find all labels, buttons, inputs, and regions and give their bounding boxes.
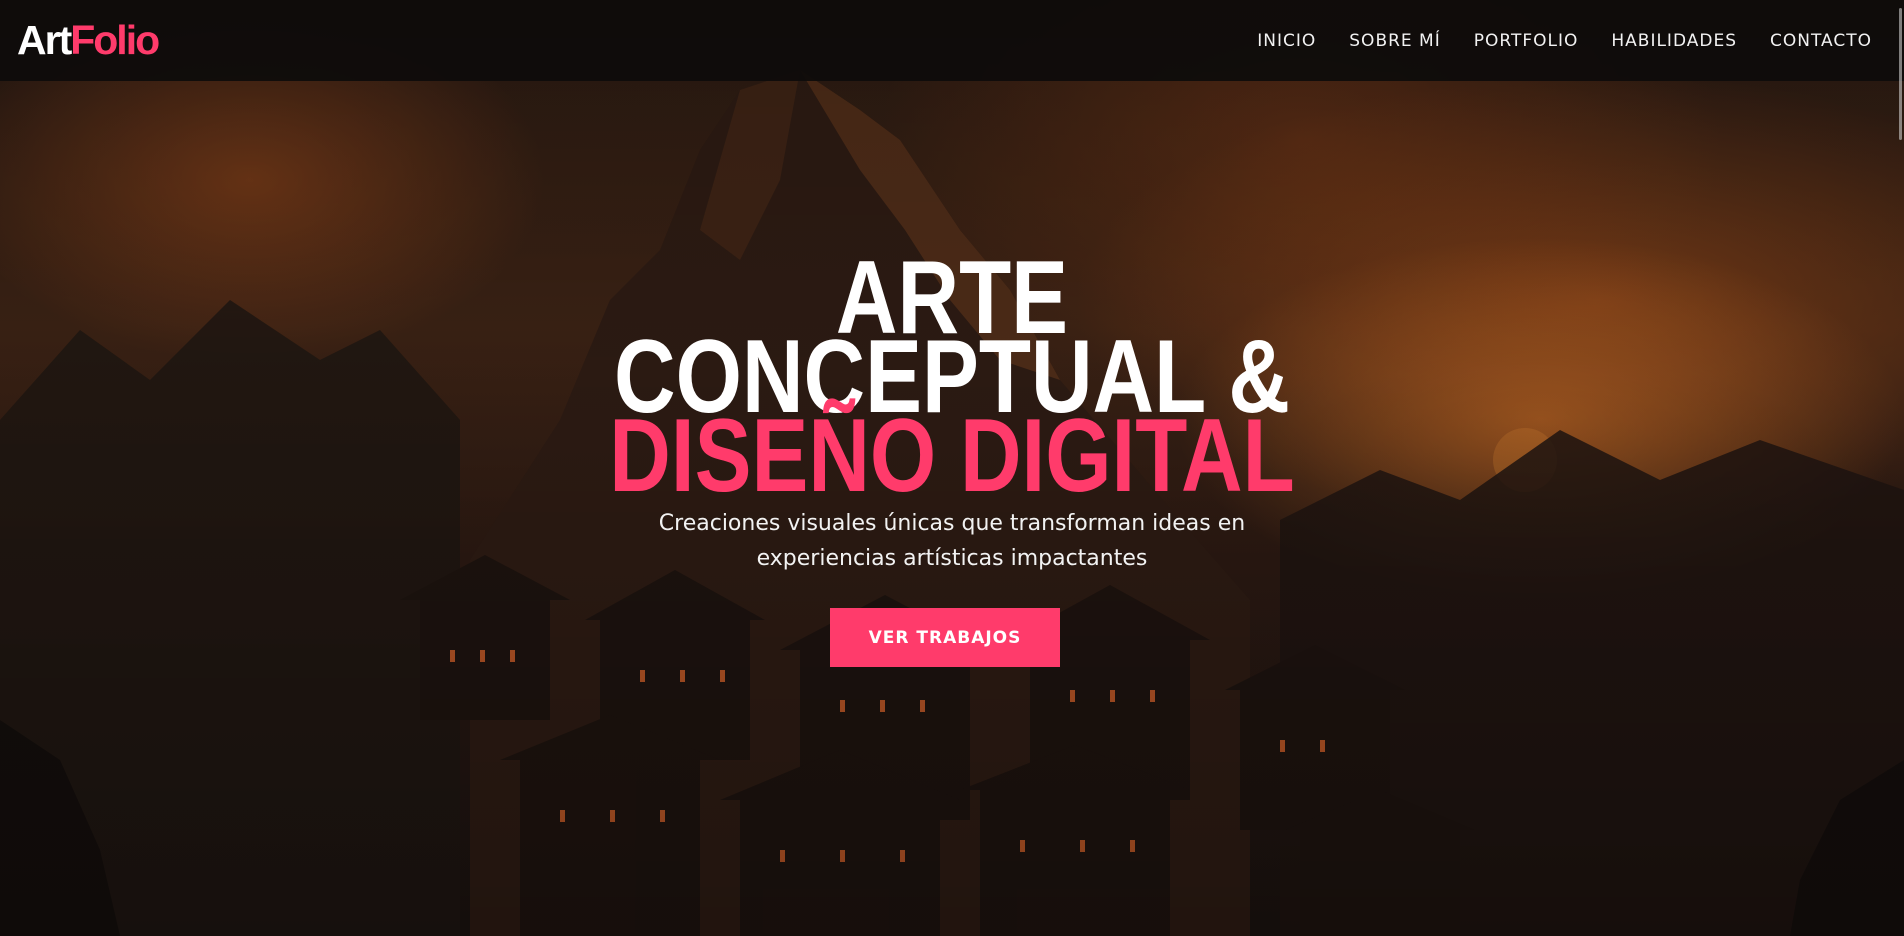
page-scrollbar[interactable] bbox=[1896, 0, 1904, 936]
hero-subtitle-line-2: experiencias artísticas impactantes bbox=[756, 546, 1148, 571]
ver-trabajos-button[interactable]: VER TRABAJOS bbox=[830, 608, 1060, 667]
site-logo[interactable]: ArtFolio bbox=[17, 17, 160, 63]
nav-link-contacto[interactable]: CONTACTO bbox=[1770, 31, 1872, 51]
nav-link-sobre-mi[interactable]: SOBRE MÍ bbox=[1349, 31, 1440, 51]
hero-subtitle-line-1: Creaciones visuales únicas que transform… bbox=[658, 511, 1246, 536]
hero-title-line-3: DISEÑO DIGITAL bbox=[609, 398, 1295, 514]
navbar: ArtFolio INICIO SOBRE MÍ PORTFOLIO HABIL… bbox=[0, 0, 1904, 81]
nav-link-inicio[interactable]: INICIO bbox=[1257, 31, 1316, 51]
hero-subtitle: Creaciones visuales únicas que transform… bbox=[602, 506, 1302, 576]
logo-part-folio: Folio bbox=[70, 17, 160, 63]
nav-links: INICIO SOBRE MÍ PORTFOLIO HABILIDADES CO… bbox=[1257, 31, 1872, 51]
nav-link-portfolio[interactable]: PORTFOLIO bbox=[1474, 31, 1579, 51]
nav-link-habilidades[interactable]: HABILIDADES bbox=[1611, 31, 1737, 51]
scrollbar-thumb[interactable] bbox=[1899, 8, 1902, 140]
logo-part-art: Art bbox=[17, 17, 72, 63]
